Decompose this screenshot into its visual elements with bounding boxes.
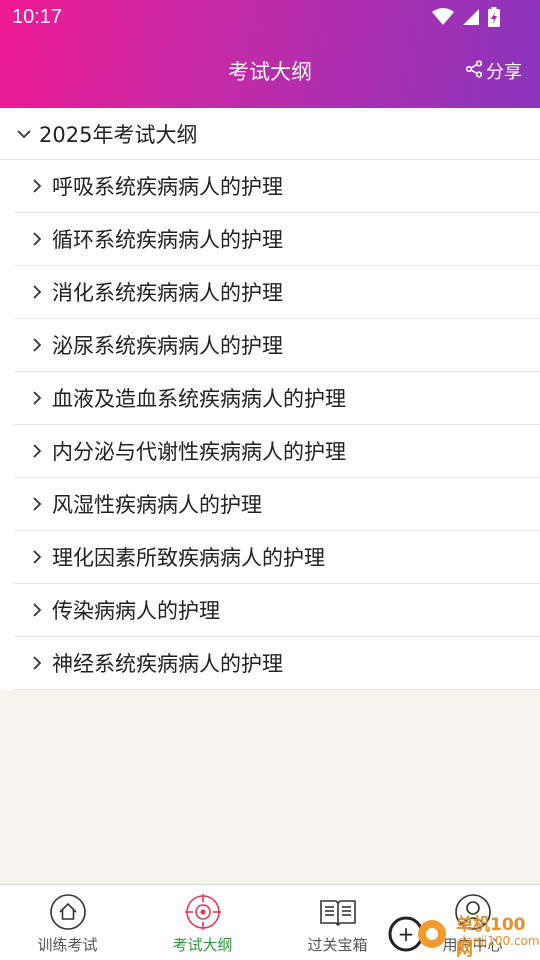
tab-treasure-box[interactable]: 过关宝箱	[270, 885, 405, 960]
tab-training-exam[interactable]: 训练考试	[0, 885, 135, 960]
outline-item[interactable]: 呼吸系统疾病病人的护理	[14, 160, 540, 213]
share-label: 分享	[486, 62, 522, 83]
wifi-icon	[432, 8, 454, 30]
outline-group-header[interactable]: 2025年考试大纲	[0, 108, 540, 160]
status-time: 10:17	[12, 6, 63, 28]
outline-item-label: 理化因素所致疾病病人的护理	[52, 546, 325, 570]
status-bar: 10:17	[0, 0, 540, 36]
battery-icon	[488, 7, 500, 31]
outline-item-label: 内分泌与代谢性疾病病人的护理	[52, 440, 346, 464]
tab-label: 考试大纲	[172, 936, 233, 954]
chevron-right-icon	[30, 177, 44, 195]
chevron-right-icon	[30, 548, 44, 566]
watermark-logo-icon: +	[386, 916, 456, 958]
chevron-right-icon	[30, 495, 44, 513]
book-icon	[319, 893, 357, 931]
tab-label: 过关宝箱	[307, 936, 368, 954]
tab-exam-outline[interactable]: 考试大纲	[135, 885, 270, 960]
outline-item[interactable]: 消化系统疾病病人的护理	[14, 266, 540, 319]
outline-item[interactable]: 泌尿系统疾病病人的护理	[14, 319, 540, 372]
outline-item[interactable]: 理化因素所致疾病病人的护理	[14, 531, 540, 584]
title-bar: 考试大纲 分享	[0, 36, 540, 108]
app-header: 10:17 考试大纲 分享	[0, 0, 540, 108]
signal-icon	[462, 8, 480, 30]
outline-item-label: 消化系统疾病病人的护理	[52, 281, 283, 305]
outline-item-label: 传染病病人的护理	[52, 599, 220, 623]
watermark: + 单机100网 danji100.com	[386, 910, 540, 960]
outline-item-label: 风湿性疾病病人的护理	[52, 493, 262, 517]
outline-item-label: 呼吸系统疾病病人的护理	[52, 175, 283, 199]
chevron-right-icon	[30, 389, 44, 407]
status-icons	[432, 7, 500, 31]
chevron-right-icon	[30, 230, 44, 248]
tab-label: 训练考试	[37, 936, 98, 954]
outline-item[interactable]: 循环系统疾病病人的护理	[14, 213, 540, 266]
target-icon	[184, 893, 222, 931]
page-title: 考试大纲	[228, 60, 312, 84]
chevron-right-icon	[30, 442, 44, 460]
chevron-down-icon	[15, 125, 33, 143]
outline-group-title: 2025年考试大纲	[39, 122, 198, 147]
outline-item[interactable]: 传染病病人的护理	[14, 584, 540, 637]
outline-item[interactable]: 风湿性疾病病人的护理	[14, 478, 540, 531]
watermark-url: danji100.com	[458, 934, 540, 948]
outline-item-label: 血液及造血系统疾病病人的护理	[52, 387, 346, 411]
outline-item-label: 循环系统疾病病人的护理	[52, 228, 283, 252]
chevron-right-icon	[30, 654, 44, 672]
share-icon	[465, 59, 483, 83]
outline-item[interactable]: 血液及造血系统疾病病人的护理	[14, 372, 540, 425]
chevron-right-icon	[30, 336, 44, 354]
share-button[interactable]: 分享	[465, 58, 522, 84]
svg-text:+: +	[398, 922, 415, 946]
home-icon	[49, 893, 87, 931]
outline-item[interactable]: 神经系统疾病病人的护理	[14, 637, 540, 690]
outline-list: 2025年考试大纲 呼吸系统疾病病人的护理 循环系统疾病病人的护理 消化系统疾病…	[0, 108, 540, 690]
chevron-right-icon	[30, 601, 44, 619]
outline-item-label: 神经系统疾病病人的护理	[52, 652, 283, 676]
outline-item[interactable]: 内分泌与代谢性疾病病人的护理	[14, 425, 540, 478]
outline-item-label: 泌尿系统疾病病人的护理	[52, 334, 283, 358]
chevron-right-icon	[30, 283, 44, 301]
